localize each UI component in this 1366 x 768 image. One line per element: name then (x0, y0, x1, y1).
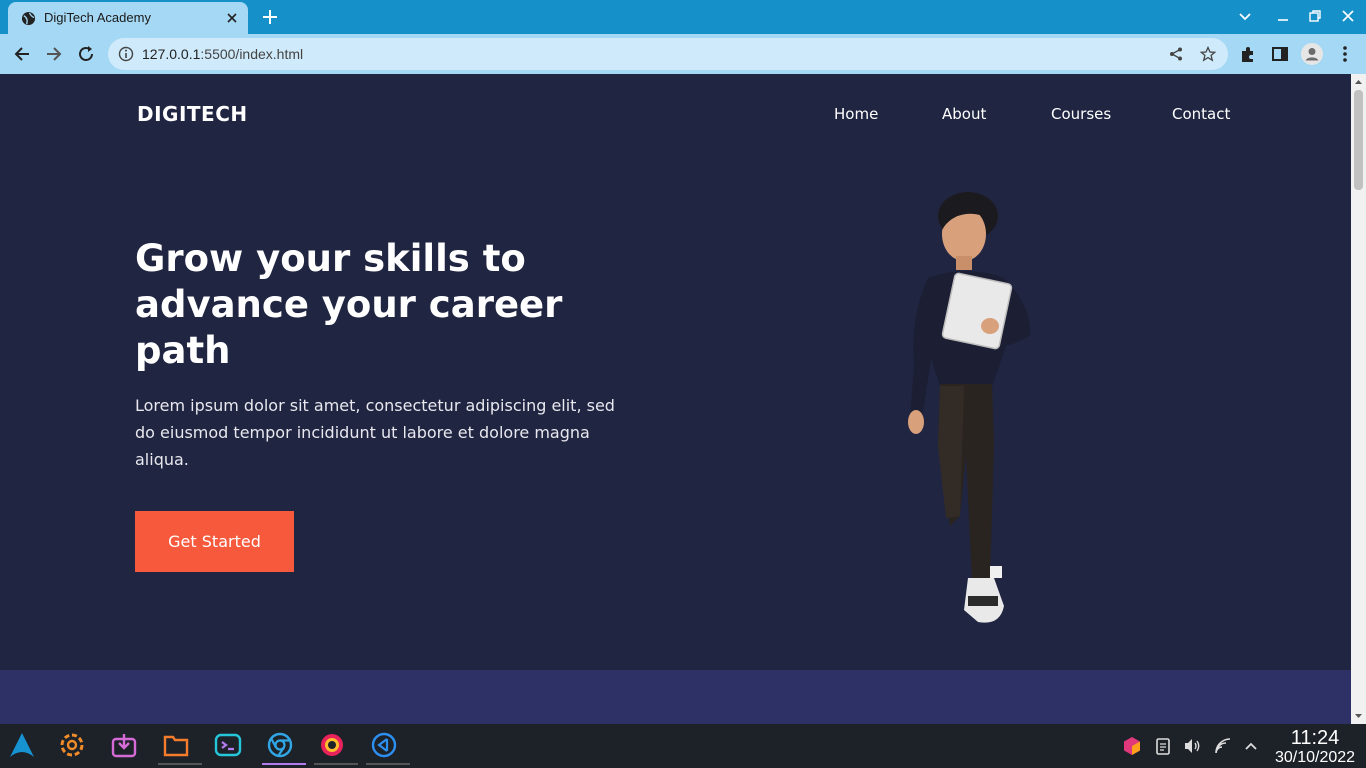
forward-icon[interactable] (44, 44, 64, 64)
clock-date[interactable]: 30/10/2022 (1266, 749, 1364, 767)
software-store-button[interactable] (104, 729, 144, 765)
nav-contact[interactable]: Contact (1172, 105, 1230, 123)
side-panel-icon[interactable] (1270, 44, 1290, 64)
close-tab-icon[interactable] (224, 10, 240, 26)
back-icon[interactable] (12, 44, 32, 64)
launcher-icon (10, 733, 34, 757)
volume-icon[interactable] (1182, 736, 1202, 756)
terminal-icon (214, 733, 242, 757)
active-indicator (262, 763, 306, 765)
vscode-button[interactable] (364, 729, 410, 765)
next-section (0, 670, 1351, 724)
firefox-button[interactable] (312, 729, 358, 765)
settings-icon (60, 733, 84, 757)
os-taskbar: 11:24 30/10/2022 (0, 724, 1366, 768)
share-icon[interactable] (1168, 46, 1184, 62)
terminal-button[interactable] (208, 729, 248, 765)
chromium-icon (267, 732, 293, 758)
running-indicator (314, 763, 358, 765)
new-tab-icon[interactable] (261, 8, 279, 26)
reload-icon[interactable] (76, 44, 96, 64)
tray-expand-icon[interactable] (1241, 736, 1261, 756)
profile-avatar-icon[interactable] (1301, 43, 1323, 65)
nav-about[interactable]: About (942, 105, 986, 123)
site-info-icon[interactable] (118, 46, 134, 62)
software-store-icon (111, 734, 137, 758)
chromium-button[interactable] (260, 729, 306, 765)
url-text[interactable]: 127.0.0.1:5500/index.html (142, 46, 303, 62)
scrollbar-thumb[interactable] (1354, 90, 1363, 190)
globe-icon (21, 11, 36, 26)
hero-character-illustration (908, 192, 1031, 623)
page-scrollbar[interactable] (1351, 74, 1366, 724)
address-bar[interactable]: 127.0.0.1:5500/index.html (108, 38, 1228, 70)
hero-description: Lorem ipsum dolor sit amet, consectetur … (135, 396, 615, 469)
scroll-up-icon[interactable] (1354, 78, 1363, 86)
bookmark-star-icon[interactable] (1200, 46, 1216, 62)
tab-search-icon[interactable] (1237, 8, 1253, 24)
browser-tabbar: DigiTech Academy (0, 0, 1366, 34)
file-manager-button[interactable] (156, 729, 202, 765)
menu-icon[interactable] (1335, 44, 1355, 64)
settings-button[interactable] (52, 729, 92, 765)
firefox-icon (321, 734, 343, 756)
browser-toolbar: 127.0.0.1:5500/index.html (0, 34, 1366, 74)
clock-time[interactable]: 11:24 (1270, 727, 1360, 750)
minimize-icon[interactable] (1275, 8, 1291, 24)
hero-headline: Grow your skills to advance your career … (135, 237, 563, 372)
extensions-icon[interactable] (1238, 44, 1258, 64)
close-window-icon[interactable] (1340, 8, 1356, 24)
tray-app-icon[interactable] (1122, 736, 1142, 756)
url-path: :5500/index.html (200, 46, 304, 62)
tab-title: DigiTech Academy (44, 10, 151, 25)
network-icon[interactable] (1213, 736, 1233, 756)
clipboard-icon[interactable] (1153, 736, 1173, 756)
file-manager-icon (163, 735, 189, 757)
running-indicator (366, 763, 410, 765)
launcher-button[interactable] (2, 729, 42, 765)
nav-courses[interactable]: Courses (1051, 105, 1111, 123)
scroll-down-icon[interactable] (1354, 712, 1363, 720)
url-host: 127.0.0.1 (142, 46, 201, 62)
browser-tab[interactable]: DigiTech Academy (8, 2, 248, 34)
running-indicator (158, 763, 202, 765)
vscode-icon (371, 732, 397, 758)
get-started-button[interactable]: Get Started (135, 511, 294, 572)
web-page: DIGITECH Home About Courses Contact Grow… (0, 74, 1351, 724)
nav-home[interactable]: Home (834, 105, 878, 123)
site-logo[interactable]: DIGITECH (137, 102, 248, 126)
restore-icon[interactable] (1307, 8, 1323, 24)
